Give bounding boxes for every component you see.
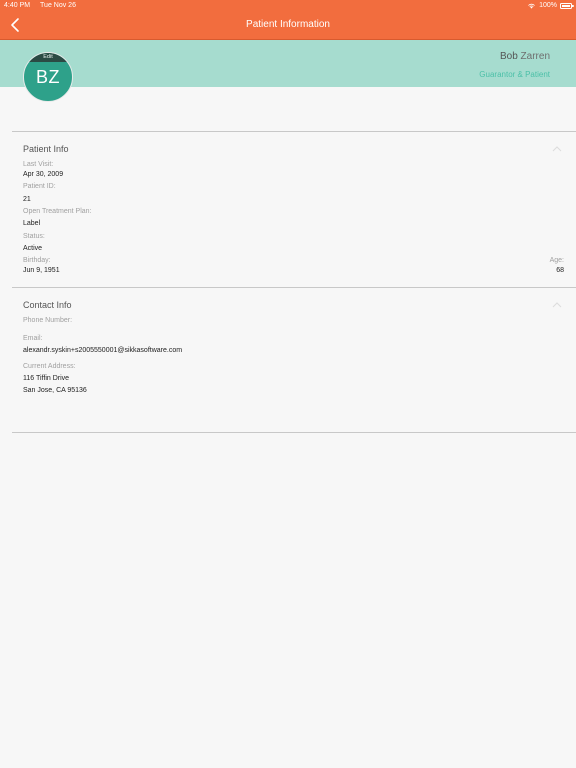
treatment-plan-value: Label (23, 220, 41, 227)
address-line1: 116 Tiffin Drive (23, 375, 70, 382)
address-line2: San Jose, CA 95136 (23, 387, 87, 394)
chevron-up-icon[interactable] (552, 146, 562, 152)
chevron-up-icon[interactable] (552, 302, 562, 308)
phone-number-label: Phone Number: (23, 317, 73, 324)
battery-icon (560, 2, 574, 9)
avatar-edit-button[interactable]: Edit (24, 53, 72, 62)
current-address-label: Current Address: (23, 363, 76, 370)
contact-info-title: Contact Info (23, 300, 72, 310)
avatar-initials: BZ (35, 67, 60, 87)
birthday-value: Jun 9, 1951 (23, 267, 60, 274)
patient-role: Guarantor & Patient (479, 70, 550, 79)
last-visit-value: Apr 30, 2009 (23, 171, 64, 178)
status-date: Tue Nov 26 (40, 2, 76, 9)
patient-name: Bob Zarren (500, 51, 550, 62)
wifi-icon (528, 3, 535, 9)
email-value[interactable]: alexandr.syskin+s2005550001@sikkasoftwar… (23, 347, 182, 354)
status-time: 4:40 PM (4, 2, 31, 9)
patient-id-label: Patient ID: (23, 183, 56, 190)
birthday-label: Birthday: (23, 257, 51, 264)
page-title: Patient Information (246, 19, 330, 30)
navigation-bar: 4:40 PM Tue Nov 26 100% Patient Informat… (0, 0, 576, 40)
patient-first-name: Bob (499, 51, 518, 62)
patient-id-value: 21 (23, 196, 31, 203)
section-divider (12, 131, 576, 132)
battery-percent: 100% (539, 2, 557, 9)
email-label: Email: (23, 335, 43, 342)
age-label: Age: (549, 257, 564, 264)
status-value: Active (23, 245, 43, 252)
section-divider (12, 287, 576, 288)
status-bar-right: 100% (527, 2, 574, 9)
section-divider (12, 432, 576, 433)
status-bar-left: 4:40 PM Tue Nov 26 (4, 2, 76, 9)
patient-header-band (0, 40, 576, 87)
patient-information-screen: 4:40 PM Tue Nov 26 100% Patient Informat… (0, 0, 576, 768)
avatar[interactable]: Edit BZ (23, 52, 73, 102)
age-value: 68 (556, 267, 564, 274)
treatment-plan-label: Open Treatment Plan: (23, 208, 92, 215)
patient-info-title: Patient Info (23, 144, 69, 154)
patient-last-name: Zarren (520, 51, 550, 62)
last-visit-label: Last Visit: (23, 161, 54, 168)
status-label: Status: (23, 233, 45, 240)
